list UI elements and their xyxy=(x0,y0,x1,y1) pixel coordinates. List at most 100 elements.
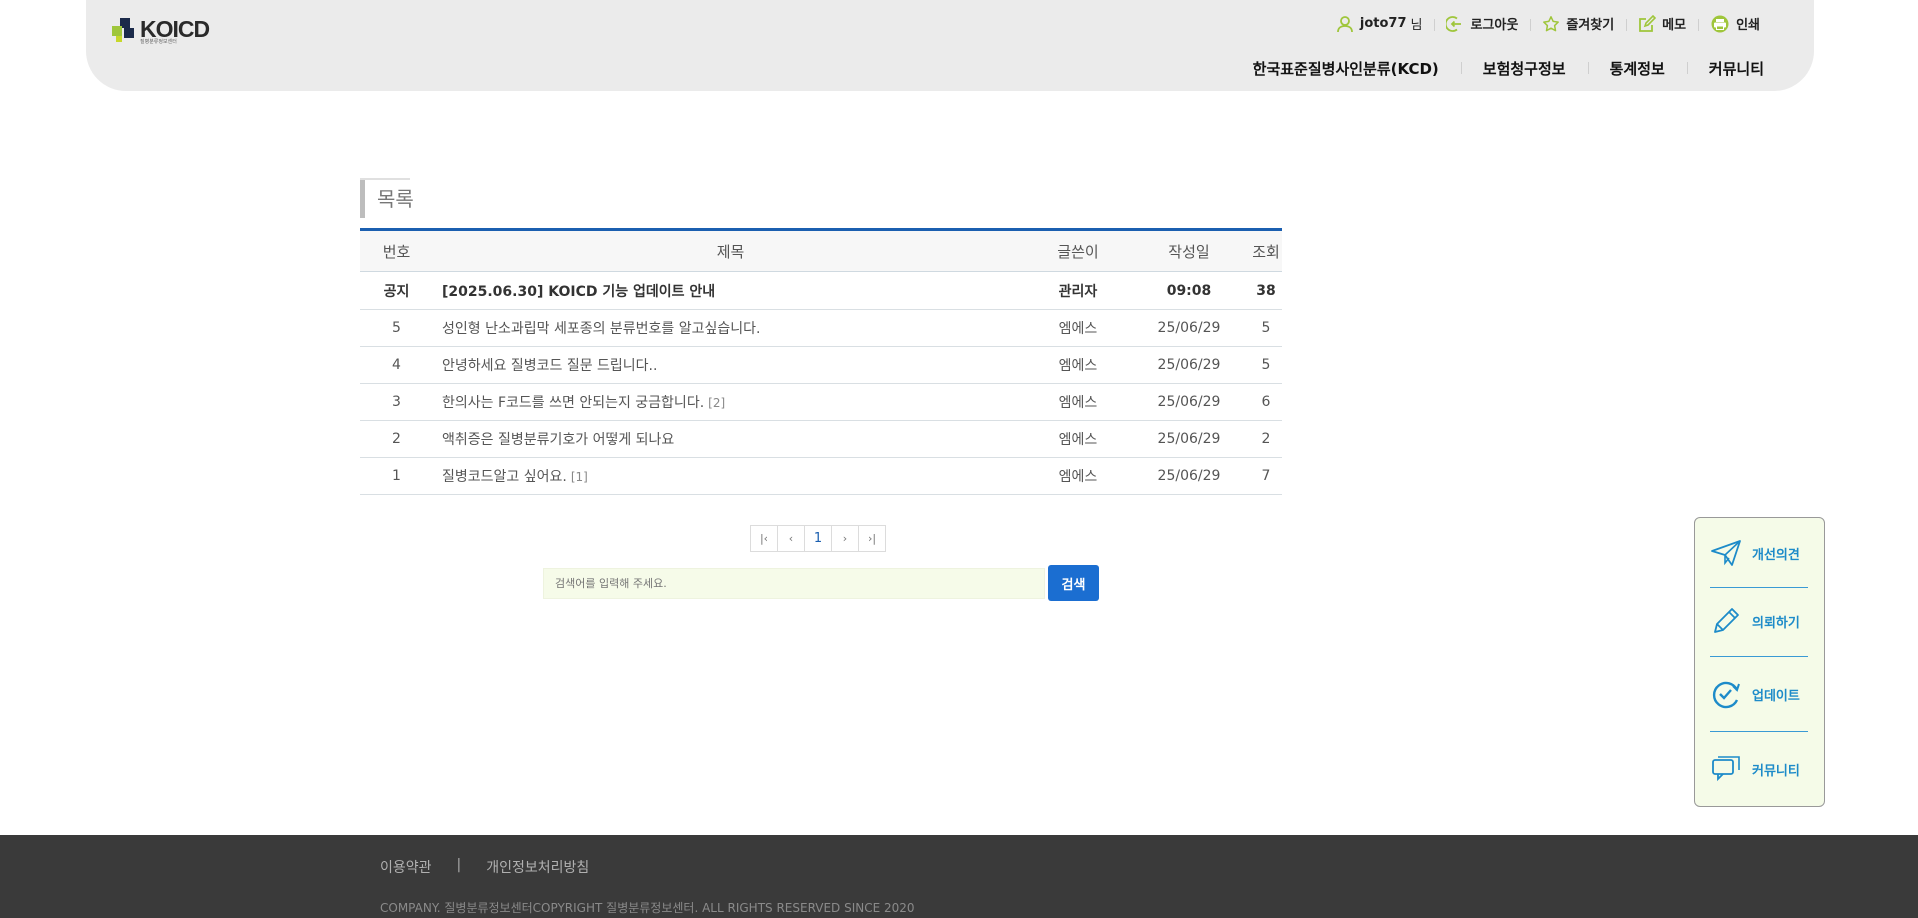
notice-row[interactable]: 공지 [2025.06.30] KOICD 기능 업데이트 안내 관리자 09:… xyxy=(360,272,1282,310)
col-header-date: 작성일 xyxy=(1168,242,1210,261)
search-button[interactable]: 검색 xyxy=(1048,565,1099,601)
print-label: 인쇄 xyxy=(1736,18,1760,33)
search-bar: 검색 xyxy=(543,565,1099,601)
post-date: 25/06/29 xyxy=(1157,320,1221,336)
table-row[interactable]: 1 질병코드알고 싶어요. [1] 엠에스 25/06/29 7 xyxy=(360,458,1282,495)
quick-divider xyxy=(1710,656,1808,657)
logout-label: 로그아웃 xyxy=(1470,18,1519,33)
post-hits: 2 xyxy=(1261,431,1271,447)
quick-menu: 개선의견 의뢰하기 업데이트 커뮤니티 xyxy=(1694,517,1825,807)
table-row[interactable]: 2 액취증은 질병분류기호가 어떻게 되나요 엠에스 25/06/29 2 xyxy=(360,421,1282,458)
memo-link[interactable]: 메모 xyxy=(1626,14,1698,33)
utility-menu: joto77 님 로그아웃 즐겨찾기 메모 인쇄 xyxy=(1324,14,1772,33)
user-id: joto77 xyxy=(1359,16,1407,31)
post-date: 25/06/29 xyxy=(1157,394,1221,410)
site-header: KOICD 질병분류정보센터 joto77 님 로그아웃 즐겨찾기 메모 인쇄 … xyxy=(86,0,1814,91)
user-suffix: 님 xyxy=(1410,18,1423,33)
site-footer: 이용약관 | 개인정보처리방침 COMPANY. 질병분류정보센터COPYRIG… xyxy=(0,835,1918,918)
nav-item-statistics[interactable]: 통계정보 xyxy=(1587,58,1687,79)
quick-item-request[interactable]: 의뢰하기 xyxy=(1710,605,1808,637)
quick-item-update[interactable]: 업데이트 xyxy=(1710,678,1808,710)
pagination: |‹ ‹ 1 › ›| xyxy=(750,525,886,552)
favorites-link[interactable]: 즐겨찾기 xyxy=(1530,14,1626,33)
post-hits: 5 xyxy=(1261,320,1271,336)
logo-subtitle: 질병분류정보센터 xyxy=(140,39,177,45)
post-writer: 엠에스 xyxy=(1058,395,1098,411)
first-page-button[interactable]: |‹ xyxy=(750,525,778,552)
logout-link[interactable]: 로그아웃 xyxy=(1434,14,1530,33)
col-header-title: 제목 xyxy=(716,242,745,261)
post-title-link[interactable]: 질병코드알고 싶어요. xyxy=(442,469,567,485)
quick-label: 커뮤니티 xyxy=(1752,763,1800,779)
current-page[interactable]: 1 xyxy=(804,525,832,552)
star-icon xyxy=(1543,15,1560,31)
privacy-link[interactable]: 개인정보처리방침 xyxy=(486,857,589,877)
comment-count: [2] xyxy=(708,396,726,410)
post-writer: 엠에스 xyxy=(1058,469,1098,485)
table-row[interactable]: 3 한의사는 F코드를 쓰면 안되는지 궁금합니다. [2] 엠에스 25/06/… xyxy=(360,384,1282,421)
search-input[interactable] xyxy=(543,567,1045,599)
post-title-link[interactable]: [2025.06.30] KOICD 기능 업데이트 안내 xyxy=(433,281,1028,301)
print-link[interactable]: 인쇄 xyxy=(1698,14,1772,33)
post-writer: 관리자 xyxy=(1058,283,1098,300)
main-nav: 한국표준질병사인분류(KCD) 보험청구정보 통계정보 커뮤니티 xyxy=(1231,58,1764,79)
logo-text: KOICD xyxy=(140,16,210,42)
post-writer: 엠에스 xyxy=(1058,358,1098,374)
pencil-icon xyxy=(1714,608,1739,633)
table-row[interactable]: 4 안녕하세요 질병코드 질문 드립니다.. 엠에스 25/06/29 5 xyxy=(360,347,1282,384)
post-date: 25/06/29 xyxy=(1157,357,1221,373)
board-table: 번호 제목 글쓴이 작성일 조회 공지 [2025.06.30] KOICD 기… xyxy=(360,228,1282,495)
post-number: 5 xyxy=(392,320,401,336)
post-title-link[interactable]: 성인형 난소과립막 세포종의 분류번호를 알고싶습니다. xyxy=(442,321,761,337)
nav-item-insurance[interactable]: 보험청구정보 xyxy=(1460,58,1588,79)
post-number: 1 xyxy=(392,468,401,484)
user-info[interactable]: joto77 님 xyxy=(1324,14,1435,33)
post-hits: 5 xyxy=(1261,357,1271,373)
post-title-link[interactable]: 액취증은 질병분류기호가 어떻게 되나요 xyxy=(442,432,674,448)
nav-item-community[interactable]: 커뮤니티 xyxy=(1686,58,1764,79)
table-row[interactable]: 5 성인형 난소과립막 세포종의 분류번호를 알고싶습니다. 엠에스 25/06… xyxy=(360,310,1282,347)
user-icon xyxy=(1336,15,1353,32)
table-header: 번호 제목 글쓴이 작성일 조회 xyxy=(360,231,1282,272)
post-title-link[interactable]: 한의사는 F코드를 쓰면 안되는지 궁금합니다. xyxy=(442,395,704,411)
site-logo[interactable]: KOICD 질병분류정보센터 xyxy=(112,16,210,45)
nav-item-kcd[interactable]: 한국표준질병사인분류(KCD) xyxy=(1231,58,1461,79)
favorites-label: 즐겨찾기 xyxy=(1566,18,1615,33)
col-header-hits: 조회 xyxy=(1252,242,1280,261)
board-title: 목록 xyxy=(360,178,414,218)
post-number: 4 xyxy=(392,357,401,373)
quick-divider xyxy=(1710,587,1808,588)
quick-item-feedback[interactable]: 개선의견 xyxy=(1710,538,1808,568)
quick-label: 의뢰하기 xyxy=(1752,615,1800,631)
quick-item-community[interactable]: 커뮤니티 xyxy=(1710,754,1808,784)
post-writer: 엠에스 xyxy=(1058,432,1098,448)
post-hits: 6 xyxy=(1261,394,1271,410)
footer-links: 이용약관 | 개인정보처리방침 xyxy=(380,857,589,877)
post-number: 2 xyxy=(392,431,401,447)
copyright: COMPANY. 질병분류정보센터COPYRIGHT 질병분류정보센터. ALL… xyxy=(380,901,915,915)
post-date: 09:08 xyxy=(1166,282,1212,299)
col-header-writer: 글쓴이 xyxy=(1057,242,1099,261)
terms-link[interactable]: 이용약관 xyxy=(380,857,432,877)
post-hits: 7 xyxy=(1261,468,1271,484)
prev-page-button[interactable]: ‹ xyxy=(777,525,805,552)
comment-count: [1] xyxy=(570,470,588,484)
chat-bubbles-icon xyxy=(1712,756,1740,782)
post-hits: 38 xyxy=(1256,282,1276,299)
post-date: 25/06/29 xyxy=(1157,431,1221,447)
next-page-button[interactable]: › xyxy=(831,525,859,552)
quick-divider xyxy=(1710,731,1808,732)
refresh-check-icon xyxy=(1712,681,1740,709)
quick-label: 개선의견 xyxy=(1752,547,1800,563)
paper-plane-icon xyxy=(1711,540,1741,566)
memo-label: 메모 xyxy=(1662,18,1687,33)
footer-separator: | xyxy=(456,857,462,873)
printer-icon xyxy=(1711,15,1729,32)
post-writer: 엠에스 xyxy=(1058,321,1098,337)
last-page-button[interactable]: ›| xyxy=(858,525,886,552)
logo-mark-icon xyxy=(112,16,138,42)
post-title-link[interactable]: 안녕하세요 질병코드 질문 드립니다.. xyxy=(442,358,657,374)
quick-label: 업데이트 xyxy=(1752,688,1800,704)
col-header-no: 번호 xyxy=(382,242,411,261)
notice-badge: 공지 xyxy=(383,283,410,300)
